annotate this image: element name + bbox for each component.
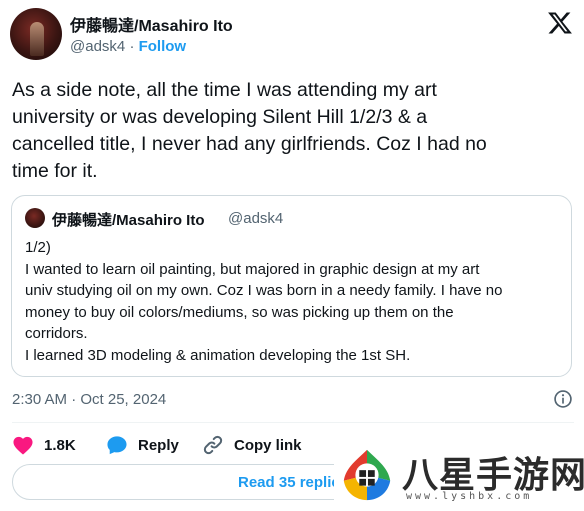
info-icon[interactable] — [553, 389, 573, 409]
tweet-line: university or was developing Silent Hill… — [12, 106, 428, 128]
follow-button[interactable]: Follow — [139, 38, 187, 55]
like-count: 1.8K — [44, 436, 76, 454]
quoted-tweet[interactable]: 伊藤暢達/Masahiro Ito @adsk4 1/2) I wanted t… — [11, 195, 572, 377]
handle-separator: · — [129, 38, 135, 55]
heart-icon — [13, 436, 33, 455]
read-replies-label: Read 35 replies — [238, 474, 349, 491]
tweet-line: cancelled title, I never had any girlfri… — [12, 133, 487, 155]
quoted-author-handle: @adsk4 — [228, 210, 284, 227]
author-handle-row: @adsk4 · Follow — [70, 38, 186, 55]
reply-label: Reply — [138, 436, 179, 454]
reply-button[interactable]: Reply — [106, 434, 179, 456]
author-handle[interactable]: @adsk4 — [70, 38, 125, 55]
quoted-line: univ studying oil on my own. Coz I was b… — [25, 282, 503, 299]
author-avatar[interactable] — [10, 8, 62, 60]
tweet-line: time for it. — [12, 160, 98, 182]
tweet-line: As a side note, all the time I was atten… — [12, 79, 437, 101]
tweet-timestamp[interactable]: 2:30 AM · Oct 25, 2024 — [12, 391, 166, 408]
quoted-line: I wanted to learn oil painting, but majo… — [25, 260, 480, 278]
like-button[interactable]: 1.8K — [12, 434, 76, 456]
x-logo-icon[interactable] — [547, 10, 573, 36]
quoted-line: money to buy oil colors/mediums, so was … — [25, 303, 454, 321]
quoted-text: 1/2) I wanted to learn oil painting, but… — [25, 237, 565, 366]
copy-link-button[interactable]: Copy link — [202, 434, 302, 456]
quoted-line: 1/2) — [25, 239, 51, 256]
quoted-avatar — [25, 208, 45, 228]
quoted-line: I learned 3D modeling & animation develo… — [25, 346, 411, 364]
watermark-logo-icon — [343, 449, 391, 501]
watermark: 八星手游网 www.lyshbx.com — [334, 440, 584, 511]
link-icon — [203, 435, 223, 455]
watermark-url: www.lyshbx.com — [406, 491, 533, 502]
reply-bubble-icon — [107, 436, 127, 455]
divider — [12, 422, 574, 423]
quoted-author-name: 伊藤暢達/Masahiro Ito — [52, 212, 205, 229]
copy-link-label: Copy link — [234, 436, 302, 454]
quoted-line: corridors. — [25, 325, 88, 342]
tweet-text: As a side note, all the time I was atten… — [12, 77, 574, 185]
author-name[interactable]: 伊藤暢達/Masahiro Ito — [70, 12, 233, 36]
